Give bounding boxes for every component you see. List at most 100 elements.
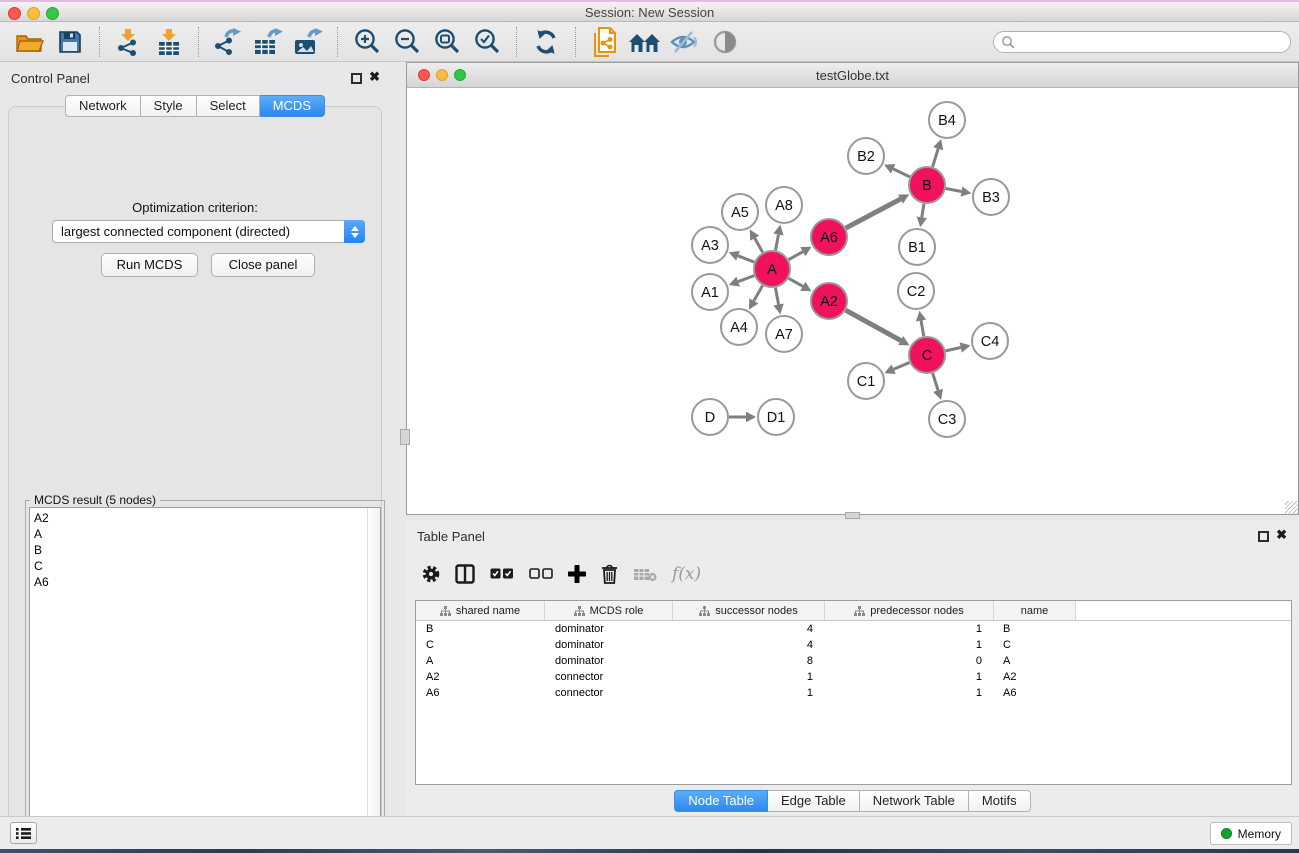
list-scrollbar[interactable]: [367, 508, 380, 840]
graph-node-label: A3: [701, 238, 719, 254]
import-table-button[interactable]: [152, 26, 186, 58]
graph-edge-B-B3[interactable]: [946, 189, 962, 192]
tab-edge-table[interactable]: Edge Table: [768, 790, 860, 812]
zoom-in-button[interactable]: [350, 26, 384, 58]
column-header-shared-name[interactable]: shared name: [416, 601, 545, 620]
graph-edge-C-C4[interactable]: [946, 348, 961, 351]
list-item[interactable]: A2: [30, 510, 366, 526]
horizontal-scroll-thumb[interactable]: [845, 512, 860, 519]
column-header-mcds-role[interactable]: MCDS role: [545, 601, 673, 620]
close-panel-icon[interactable]: ✖: [369, 69, 380, 85]
export-image-icon: [293, 28, 323, 56]
tab-network-table[interactable]: Network Table: [860, 790, 969, 812]
table-row[interactable]: A2 connector 1 1 A2: [416, 669, 1291, 685]
graph-edge-A2-C[interactable]: [846, 310, 901, 340]
import-network-button[interactable]: [112, 26, 146, 58]
export-network-button[interactable]: [211, 26, 245, 58]
zoom-fit-icon: [433, 28, 461, 56]
close-panel-button[interactable]: Close panel: [211, 253, 315, 277]
network-canvas[interactable]: AA6A2BCA5A8A3A1A4A7B2B4B3B1C2C4C1C3DD1: [407, 88, 1298, 514]
export-table-button[interactable]: [251, 26, 285, 58]
node-table[interactable]: shared name MCDS role successor nodes pr…: [415, 600, 1292, 785]
tab-mcds[interactable]: MCDS: [260, 95, 325, 117]
control-panel-tabs: Network Style Select MCDS: [0, 95, 390, 117]
hide-panels-button[interactable]: [668, 26, 702, 58]
list-item[interactable]: B: [30, 542, 366, 558]
search-input[interactable]: [1015, 33, 1290, 51]
tab-style[interactable]: Style: [141, 95, 197, 117]
table-row[interactable]: A6 connector 1 1 A6: [416, 685, 1291, 701]
criterion-value: largest connected component (directed): [53, 224, 344, 239]
deselect-all-button[interactable]: [529, 561, 553, 587]
zoom-fit-button[interactable]: [430, 26, 464, 58]
eye-slash-icon: [670, 30, 700, 54]
delete-row-button[interactable]: [601, 561, 618, 587]
list-item[interactable]: C: [30, 558, 366, 574]
save-session-button[interactable]: [53, 26, 87, 58]
show-panel-button[interactable]: [708, 26, 742, 58]
memory-button[interactable]: Memory: [1210, 822, 1292, 845]
graph-edge-A-A5[interactable]: [755, 238, 763, 252]
add-row-button[interactable]: [568, 561, 586, 587]
graph-node-label: B: [922, 178, 932, 194]
mcds-result-list[interactable]: A2 A B C A6: [29, 507, 381, 841]
refresh-button[interactable]: [529, 26, 563, 58]
list-item[interactable]: A: [30, 526, 366, 542]
close-panel-icon[interactable]: ✖: [1276, 527, 1287, 543]
graph-edge-B-B4[interactable]: [933, 149, 939, 167]
graph-edge-C-C3[interactable]: [933, 373, 938, 390]
table-row[interactable]: C dominator 4 1 C: [416, 637, 1291, 653]
float-panel-icon[interactable]: [1258, 531, 1269, 542]
export-image-button[interactable]: [291, 26, 325, 58]
home-button[interactable]: [628, 26, 662, 58]
open-session-button[interactable]: [13, 26, 47, 58]
resize-grip-icon[interactable]: [1285, 501, 1298, 514]
graph-edge-A-A6[interactable]: [789, 252, 803, 260]
tab-select[interactable]: Select: [197, 95, 260, 117]
export-network-icon: [214, 28, 242, 56]
graph-edge-A-A4[interactable]: [754, 286, 763, 301]
save-floppy-icon: [58, 30, 82, 54]
run-mcds-button[interactable]: Run MCDS: [101, 253, 198, 277]
graph-edge-C-C2[interactable]: [921, 321, 924, 337]
graph-edge-A6-B[interactable]: [846, 199, 901, 228]
graph-node-label: C4: [981, 334, 1000, 350]
graph-edge-C-C1[interactable]: [894, 362, 910, 369]
tab-node-table[interactable]: Node Table: [674, 790, 768, 812]
graph-edge-A-A7[interactable]: [775, 288, 778, 305]
graph-edge-B-B2[interactable]: [893, 169, 910, 177]
toolbar-separator: [516, 27, 517, 57]
zoom-selected-button[interactable]: [470, 26, 504, 58]
vertical-scroll-thumb[interactable]: [400, 429, 410, 445]
select-all-button[interactable]: [490, 561, 514, 587]
column-header-predecessor-nodes[interactable]: predecessor nodes: [825, 601, 994, 620]
graph-edge-B-B1[interactable]: [922, 204, 924, 218]
column-layout-button[interactable]: [455, 561, 475, 587]
tab-motifs[interactable]: Motifs: [969, 790, 1031, 812]
list-item[interactable]: A6: [30, 574, 366, 590]
graph-edge-A-A8[interactable]: [776, 234, 779, 250]
zoom-out-button[interactable]: [390, 26, 424, 58]
graph-edge-A-A1[interactable]: [738, 276, 754, 282]
float-panel-icon[interactable]: [351, 73, 362, 84]
column-header-name[interactable]: name: [994, 601, 1076, 620]
criterion-dropdown[interactable]: largest connected component (directed): [52, 220, 365, 243]
graph-edge-A-A2[interactable]: [789, 278, 803, 286]
desktop-background: [0, 849, 1299, 853]
table-row[interactable]: A dominator 8 0 A: [416, 653, 1291, 669]
task-history-button[interactable]: [10, 822, 37, 844]
graph-node-label: C3: [938, 412, 957, 428]
new-network-from-selection-button[interactable]: [588, 26, 622, 58]
table-row[interactable]: B dominator 4 1 B: [416, 621, 1291, 637]
column-header-successor-nodes[interactable]: successor nodes: [673, 601, 825, 620]
graph-node-label: A7: [775, 327, 793, 343]
network-window-titlebar[interactable]: testGlobe.txt: [407, 63, 1298, 88]
tab-network[interactable]: Network: [65, 95, 141, 117]
graph-node-label: D1: [767, 410, 786, 426]
arrowhead-icon: [933, 389, 943, 400]
delete-table-button[interactable]: [633, 561, 657, 587]
import-network-icon: [116, 28, 142, 56]
apply-function-button[interactable]: f(x): [672, 561, 701, 587]
table-settings-button[interactable]: [422, 561, 440, 587]
graph-edge-A-A3[interactable]: [738, 256, 754, 262]
